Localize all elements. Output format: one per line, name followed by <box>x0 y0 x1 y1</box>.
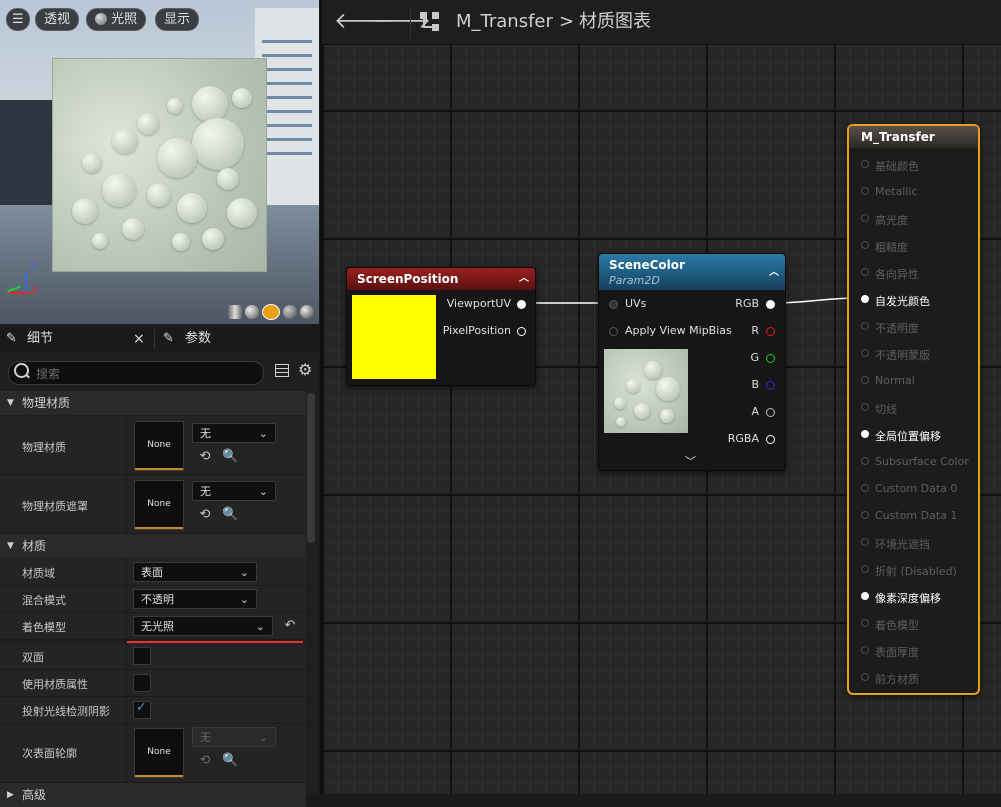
pin-uvs[interactable] <box>609 300 618 309</box>
result-pin-label: 着色模型 <box>875 619 919 632</box>
result-pin-label: 像素深度偏移 <box>875 592 941 605</box>
result-pin[interactable] <box>861 430 869 438</box>
result-pin-label: 环境光遮挡 <box>875 538 930 551</box>
result-pin-label: Subsurface Color <box>875 455 969 468</box>
result-pin-row[interactable]: Custom Data 0 <box>861 482 976 496</box>
pin-b[interactable] <box>766 381 775 390</box>
pin-b-label: B <box>751 378 759 391</box>
result-pin[interactable] <box>861 187 869 195</box>
result-pin[interactable] <box>861 349 869 357</box>
result-pin-row[interactable]: Custom Data 1 <box>861 509 976 523</box>
result-pin-label: 前方材质 <box>875 673 919 686</box>
pin-rgb-label: RGB <box>735 297 759 310</box>
pin-pixelposition[interactable] <box>517 327 526 336</box>
result-pin[interactable] <box>861 376 869 384</box>
result-pin-row[interactable]: 不透明度 <box>861 320 976 335</box>
result-pin[interactable] <box>861 511 869 519</box>
pin-mipbias[interactable] <box>609 327 618 336</box>
result-pin-label: 基础颜色 <box>875 160 919 173</box>
result-pin-label: 表面厚度 <box>875 646 919 659</box>
node-header[interactable]: ScreenPosition ︿ <box>347 268 535 290</box>
pin-r[interactable] <box>766 327 775 336</box>
result-pin-label: Metallic <box>875 185 918 198</box>
result-pin-label: 不透明度 <box>875 322 919 335</box>
pin-r-label: R <box>751 324 759 337</box>
result-pin-row[interactable]: Metallic <box>861 185 976 199</box>
pin-uvs-label: UVs <box>625 297 647 310</box>
result-pin[interactable] <box>861 322 869 330</box>
result-pin-label: Custom Data 0 <box>875 482 958 495</box>
result-pin-label: Custom Data 1 <box>875 509 958 522</box>
result-pin-label: 不透明蒙版 <box>875 349 930 362</box>
result-pin-label: 各向异性 <box>875 268 919 281</box>
result-pin-row[interactable]: 着色模型 <box>861 617 976 632</box>
result-pin-row[interactable]: 环境光遮挡 <box>861 536 976 551</box>
pin-rgba[interactable] <box>766 435 775 444</box>
node-preview-texture <box>604 349 688 433</box>
pin-rgba-label: RGBA <box>727 432 759 445</box>
result-pin-label: 折射 (Disabled) <box>875 565 957 578</box>
result-pin[interactable] <box>861 295 869 303</box>
collapse-icon[interactable]: ︿ <box>519 268 529 290</box>
result-pin[interactable] <box>861 538 869 546</box>
pin-mipbias-label: Apply View MipBias <box>625 324 732 337</box>
result-pin[interactable] <box>861 160 869 168</box>
pin-rgb[interactable] <box>766 300 775 309</box>
collapse-icon[interactable]: ︿ <box>769 263 779 278</box>
result-pin[interactable] <box>861 565 869 573</box>
pin-a[interactable] <box>766 408 775 417</box>
node-preview-swatch <box>352 295 436 379</box>
result-pin-row[interactable]: 基础颜色 <box>861 158 976 173</box>
result-pin[interactable] <box>861 673 869 681</box>
result-pin[interactable] <box>861 214 869 222</box>
pin-g-label: G <box>750 351 759 364</box>
result-pin-row[interactable]: Subsurface Color <box>861 455 976 469</box>
result-pin-row[interactable]: 全局位置偏移 <box>861 428 976 443</box>
pin-viewportuv[interactable] <box>517 300 526 309</box>
result-pin-label: 粗糙度 <box>875 241 908 254</box>
result-pin-row[interactable]: 像素深度偏移 <box>861 590 976 605</box>
result-pin-row[interactable]: 高光度 <box>861 212 976 227</box>
node-header[interactable]: SceneColor Param2D ︿ <box>599 254 785 290</box>
result-pin[interactable] <box>861 619 869 627</box>
expand-icon[interactable]: ﹀ <box>685 453 696 469</box>
result-pin-row[interactable]: 不透明蒙版 <box>861 347 976 362</box>
result-pin[interactable] <box>861 268 869 276</box>
result-pin-row[interactable]: 前方材质 <box>861 671 976 686</box>
result-pin[interactable] <box>861 403 869 411</box>
result-pin-label: Normal <box>875 374 915 387</box>
result-pin[interactable] <box>861 484 869 492</box>
result-pin-label: 自发光颜色 <box>875 295 930 308</box>
result-pin-row[interactable]: 折射 (Disabled) <box>861 563 976 578</box>
result-pin-row[interactable]: 切线 <box>861 401 976 416</box>
result-pin-label: 全局位置偏移 <box>875 430 941 443</box>
result-pin-label: 切线 <box>875 403 897 416</box>
result-pin-label: 高光度 <box>875 214 908 227</box>
node-scene-color[interactable]: SceneColor Param2D ︿ UVs Apply View MipB… <box>598 253 786 471</box>
result-pin-row[interactable]: Normal <box>861 374 976 388</box>
node-screen-position[interactable]: ScreenPosition ︿ ViewportUV PixelPositio… <box>346 267 536 386</box>
result-pin[interactable] <box>861 241 869 249</box>
node-header[interactable]: M_Transfer <box>849 126 978 148</box>
result-pin[interactable] <box>861 646 869 654</box>
result-pin-row[interactable]: 粗糙度 <box>861 239 976 254</box>
result-pin[interactable] <box>861 592 869 600</box>
pin-g[interactable] <box>766 354 775 363</box>
result-pin-row[interactable]: 表面厚度 <box>861 644 976 659</box>
result-pin[interactable] <box>861 457 869 465</box>
node-material-result[interactable]: M_Transfer 基础颜色 Metallic 高光度粗糙度各向异性自发光颜色不透… <box>847 124 980 695</box>
pin-pixelposition-label: PixelPosition <box>442 324 511 337</box>
pin-viewportuv-label: ViewportUV <box>446 297 511 310</box>
result-pin-row[interactable]: 各向异性 <box>861 266 976 281</box>
result-pin-row[interactable]: 自发光颜色 <box>861 293 976 308</box>
pin-a-label: A <box>751 405 759 418</box>
